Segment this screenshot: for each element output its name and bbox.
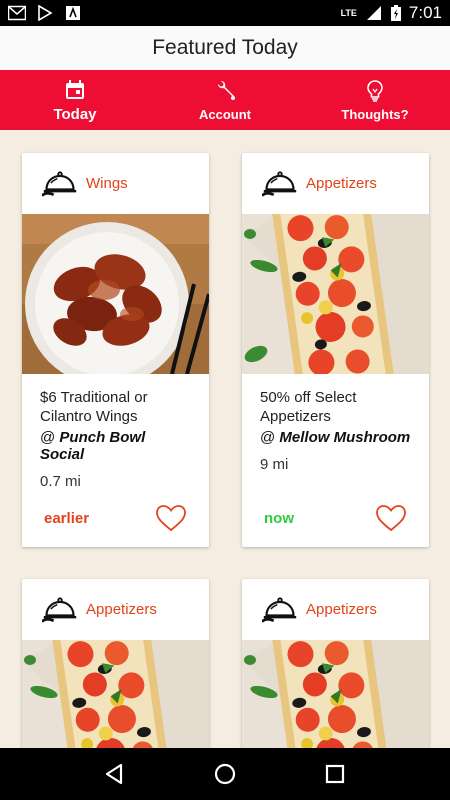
distance-label: 9 mi	[260, 456, 289, 473]
time-label: earlier	[44, 509, 90, 527]
tab-today[interactable]: Today	[0, 70, 150, 130]
battery-icon	[390, 5, 401, 21]
deal-card[interactable]: Appetizers 50% off Select Appetizers @ M…	[242, 153, 429, 547]
card-header: Appetizers	[22, 579, 209, 640]
tomato-tart-photo	[242, 214, 429, 374]
clock: 7:01	[408, 3, 442, 22]
chicken-wings-photo	[22, 214, 209, 374]
tab-label: Account	[199, 106, 251, 122]
distance-label: 0.7 mi	[40, 473, 81, 490]
network-label: LTE	[340, 8, 357, 18]
calendar-icon	[66, 79, 84, 99]
category-label: Appetizers	[306, 601, 377, 618]
page-title: Featured Today	[152, 36, 298, 59]
recents-icon[interactable]	[321, 760, 349, 788]
venue-name: Punch Bowl Social	[40, 429, 146, 463]
time-label: now	[264, 509, 294, 527]
wrench-icon	[218, 80, 235, 100]
deal-card[interactable]: Wings $6 Traditional or Cilantro Wings @…	[22, 153, 209, 547]
card-header: Appetizers	[242, 153, 429, 214]
lightbulb-icon	[367, 79, 383, 102]
tab-label: Thoughts?	[341, 106, 409, 122]
heart-icon[interactable]	[155, 504, 187, 532]
signal-icon	[366, 6, 381, 20]
heart-icon[interactable]	[375, 504, 407, 532]
cloche-icon	[42, 170, 78, 198]
cloche-icon	[42, 596, 78, 624]
tomato-tart-photo	[22, 640, 209, 748]
venue-line: @ Mellow Mushroom	[260, 429, 411, 446]
tab-bar: Today Account Thoughts?	[0, 70, 450, 130]
tomato-tart-photo	[242, 640, 429, 748]
category-label: Appetizers	[86, 601, 157, 618]
back-icon[interactable]	[101, 760, 129, 788]
gmail-icon	[8, 5, 26, 21]
system-nav-bar	[0, 748, 450, 800]
category-label: Appetizers	[306, 175, 377, 192]
card-body: 50% off Select Appetizers @ Mellow Mushr…	[242, 374, 429, 494]
card-footer: now	[242, 489, 429, 547]
card-header: Wings	[22, 153, 209, 214]
cloche-icon	[262, 596, 298, 624]
status-bar: LTE 7:01	[0, 0, 450, 26]
home-icon[interactable]	[211, 760, 239, 788]
venue-name: Mellow Mushroom	[279, 429, 411, 446]
tab-thoughts[interactable]: Thoughts?	[300, 70, 450, 130]
tab-account[interactable]: Account	[150, 70, 300, 130]
card-header: Appetizers	[242, 579, 429, 640]
venue-prefix: @	[40, 429, 56, 446]
deal-title: $6 Traditional or Cilantro Wings	[40, 389, 148, 425]
cloche-icon	[262, 170, 298, 198]
deal-card[interactable]: Appetizers	[242, 579, 429, 748]
venue-prefix: @	[260, 429, 276, 446]
card-footer: earlier	[22, 489, 209, 547]
play-store-icon	[38, 5, 53, 21]
news-icon	[66, 6, 80, 20]
deal-card[interactable]: Appetizers	[22, 579, 209, 748]
tab-label: Today	[53, 105, 97, 123]
featured-list[interactable]: Wings $6 Traditional or Cilantro Wings @…	[0, 130, 450, 748]
venue-line: @ Punch Bowl Social	[40, 429, 191, 463]
card-body: $6 Traditional or Cilantro Wings @ Punch…	[22, 374, 209, 494]
deal-title: 50% off Select Appetizers	[260, 389, 357, 425]
category-label: Wings	[86, 175, 128, 192]
app-bar: Featured Today	[0, 26, 450, 70]
